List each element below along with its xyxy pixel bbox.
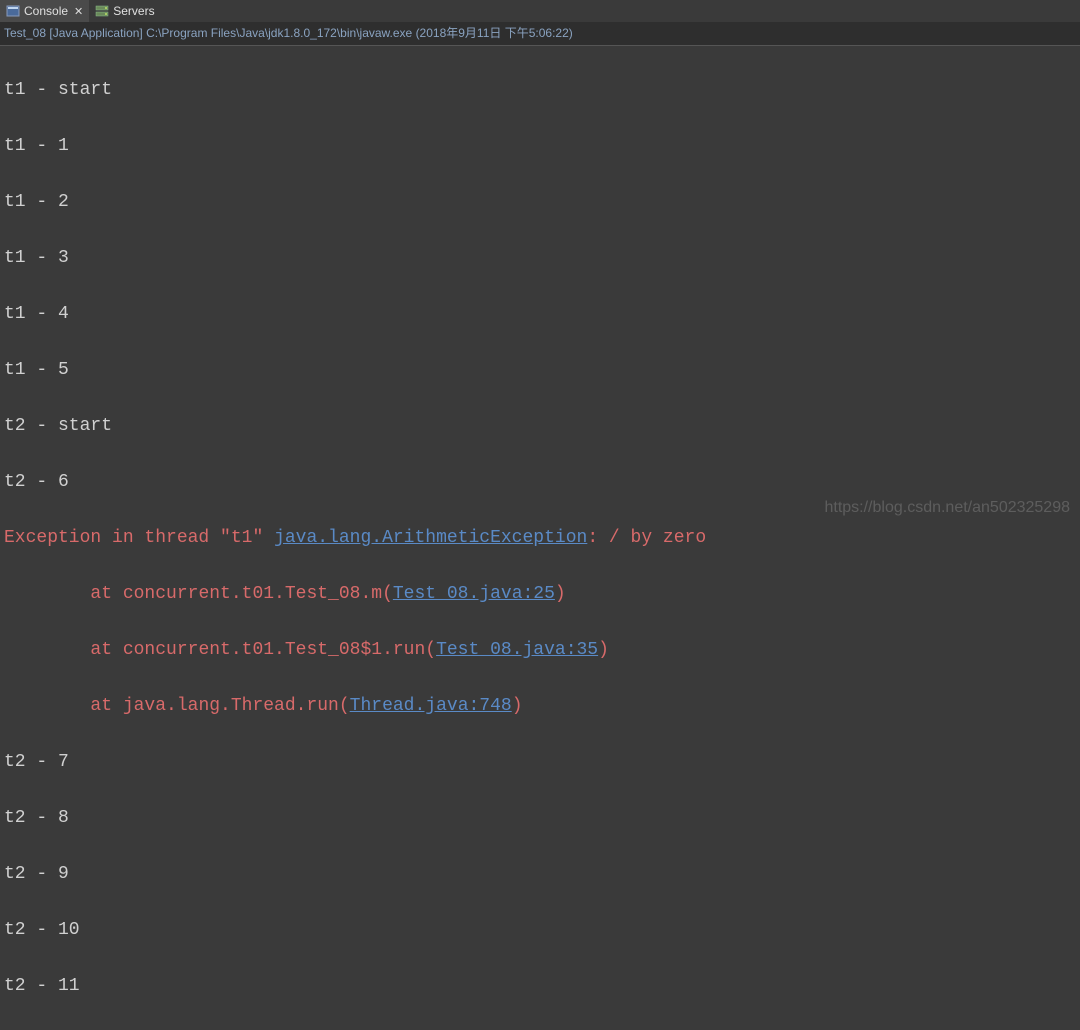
stdout-line: t2 - 8 <box>4 804 1076 832</box>
source-link[interactable]: Test_08.java:25 <box>393 584 555 604</box>
stdout-line: t2 - 9 <box>4 860 1076 888</box>
tab-console-label: Console <box>24 4 68 18</box>
exception-prefix: Exception in thread "t1" <box>4 528 274 548</box>
stdout-line: t2 - 10 <box>4 916 1076 944</box>
stacktrace-line: at concurrent.t01.Test_08.m(Test_08.java… <box>4 580 1076 608</box>
source-link[interactable]: Test_08.java:35 <box>436 640 598 660</box>
stdout-line: t2 - 7 <box>4 748 1076 776</box>
servers-icon <box>95 4 109 18</box>
launch-info-bar: Test_08 [Java Application] C:\Program Fi… <box>0 22 1080 46</box>
stacktrace-suffix: ) <box>555 584 566 604</box>
stacktrace-suffix: ) <box>598 640 609 660</box>
stdout-line: t2 - start <box>4 412 1076 440</box>
tab-console[interactable]: Console ✕ <box>0 0 89 22</box>
stdout-line: t1 - 3 <box>4 244 1076 272</box>
stacktrace-prefix: at concurrent.t01.Test_08.m( <box>4 584 393 604</box>
stdout-line: t1 - start <box>4 76 1076 104</box>
exception-message: : / by zero <box>587 528 706 548</box>
stdout-line: t1 - 4 <box>4 300 1076 328</box>
stacktrace-prefix: at concurrent.t01.Test_08$1.run( <box>4 640 436 660</box>
stacktrace-line: at concurrent.t01.Test_08$1.run(Test_08.… <box>4 636 1076 664</box>
stdout-line: t2 - 11 <box>4 972 1076 1000</box>
stdout-line: t1 - 5 <box>4 356 1076 384</box>
tab-servers[interactable]: Servers <box>89 0 160 22</box>
close-icon[interactable]: ✕ <box>74 5 83 18</box>
stacktrace-prefix: at java.lang.Thread.run( <box>4 696 350 716</box>
console-output[interactable]: t1 - start t1 - 1 t1 - 2 t1 - 3 t1 - 4 t… <box>0 46 1080 1030</box>
stderr-line: Exception in thread "t1" java.lang.Arith… <box>4 524 1076 552</box>
exception-class-link[interactable]: java.lang.ArithmeticException <box>274 528 587 548</box>
source-link[interactable]: Thread.java:748 <box>350 696 512 716</box>
stdout-line: t1 - 1 <box>4 132 1076 160</box>
tab-servers-label: Servers <box>113 4 154 18</box>
stacktrace-suffix: ) <box>512 696 523 716</box>
stdout-line: t2 - 6 <box>4 468 1076 496</box>
tab-bar: Console ✕ Servers <box>0 0 1080 22</box>
stdout-line: t1 - 2 <box>4 188 1076 216</box>
stacktrace-line: at java.lang.Thread.run(Thread.java:748) <box>4 692 1076 720</box>
console-icon <box>6 4 20 18</box>
